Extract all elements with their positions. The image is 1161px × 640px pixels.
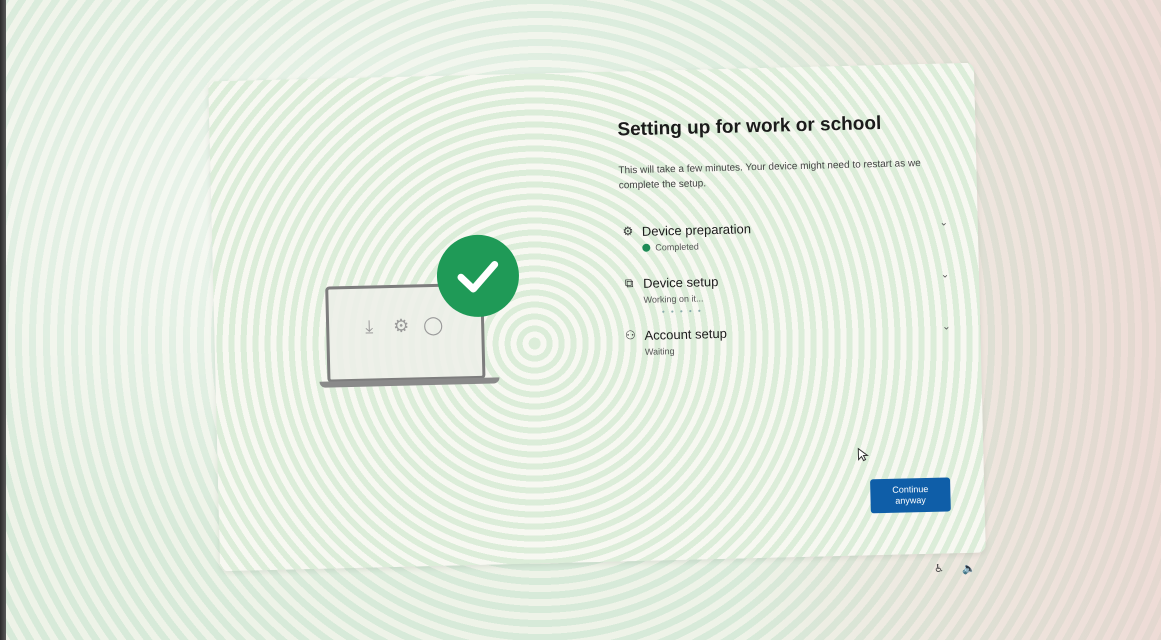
setup-illustration: ⤓ ⚙ ◯ — [316, 233, 520, 389]
users-icon: ⚇ — [624, 328, 636, 343]
chevron-down-icon[interactable]: ⌄ — [940, 321, 952, 333]
gear-icon: ⚙ — [392, 315, 410, 336]
device-setup-icon: ⧉ — [624, 275, 634, 290]
continue-anyway-button[interactable]: Continue anyway — [870, 477, 951, 514]
monitor-bezel — [0, 0, 6, 640]
chevron-down-icon[interactable]: ⌄ — [939, 269, 951, 281]
setup-content: Setting up for work or school This will … — [617, 111, 953, 379]
volume-icon[interactable]: 🔈 — [962, 562, 976, 576]
checkmark-icon — [435, 233, 520, 318]
step-label: Account setup — [644, 325, 727, 343]
gear-icon: ⚙ — [622, 224, 634, 239]
step-status: Waiting — [644, 346, 675, 357]
step-device-preparation[interactable]: ⚙ Device preparation Completed ⌄ — [620, 215, 951, 275]
page-title: Setting up for work or school — [617, 113, 882, 141]
step-status: Working on it... — [643, 293, 704, 305]
step-label: Device preparation — [641, 220, 752, 239]
step-device-setup[interactable]: ⧉ Device setup Working on it... • • • • … — [621, 267, 952, 327]
download-icon: ⤓ — [364, 316, 374, 337]
page-subtitle: This will take a few minutes. Your devic… — [618, 158, 921, 192]
step-status: Completed — [655, 241, 699, 253]
completed-icon — [642, 243, 651, 252]
accessibility-icon[interactable]: ♿ — [932, 562, 946, 576]
step-label: Device setup — [642, 273, 719, 291]
setup-dialog: ⤓ ⚙ ◯ Setting up for work or school This… — [208, 62, 986, 572]
chevron-down-icon[interactable]: ⌄ — [938, 217, 950, 229]
mouse-cursor-icon — [857, 447, 869, 462]
step-account-setup[interactable]: ⚇ Account setup Waiting ⌄ — [622, 319, 953, 379]
